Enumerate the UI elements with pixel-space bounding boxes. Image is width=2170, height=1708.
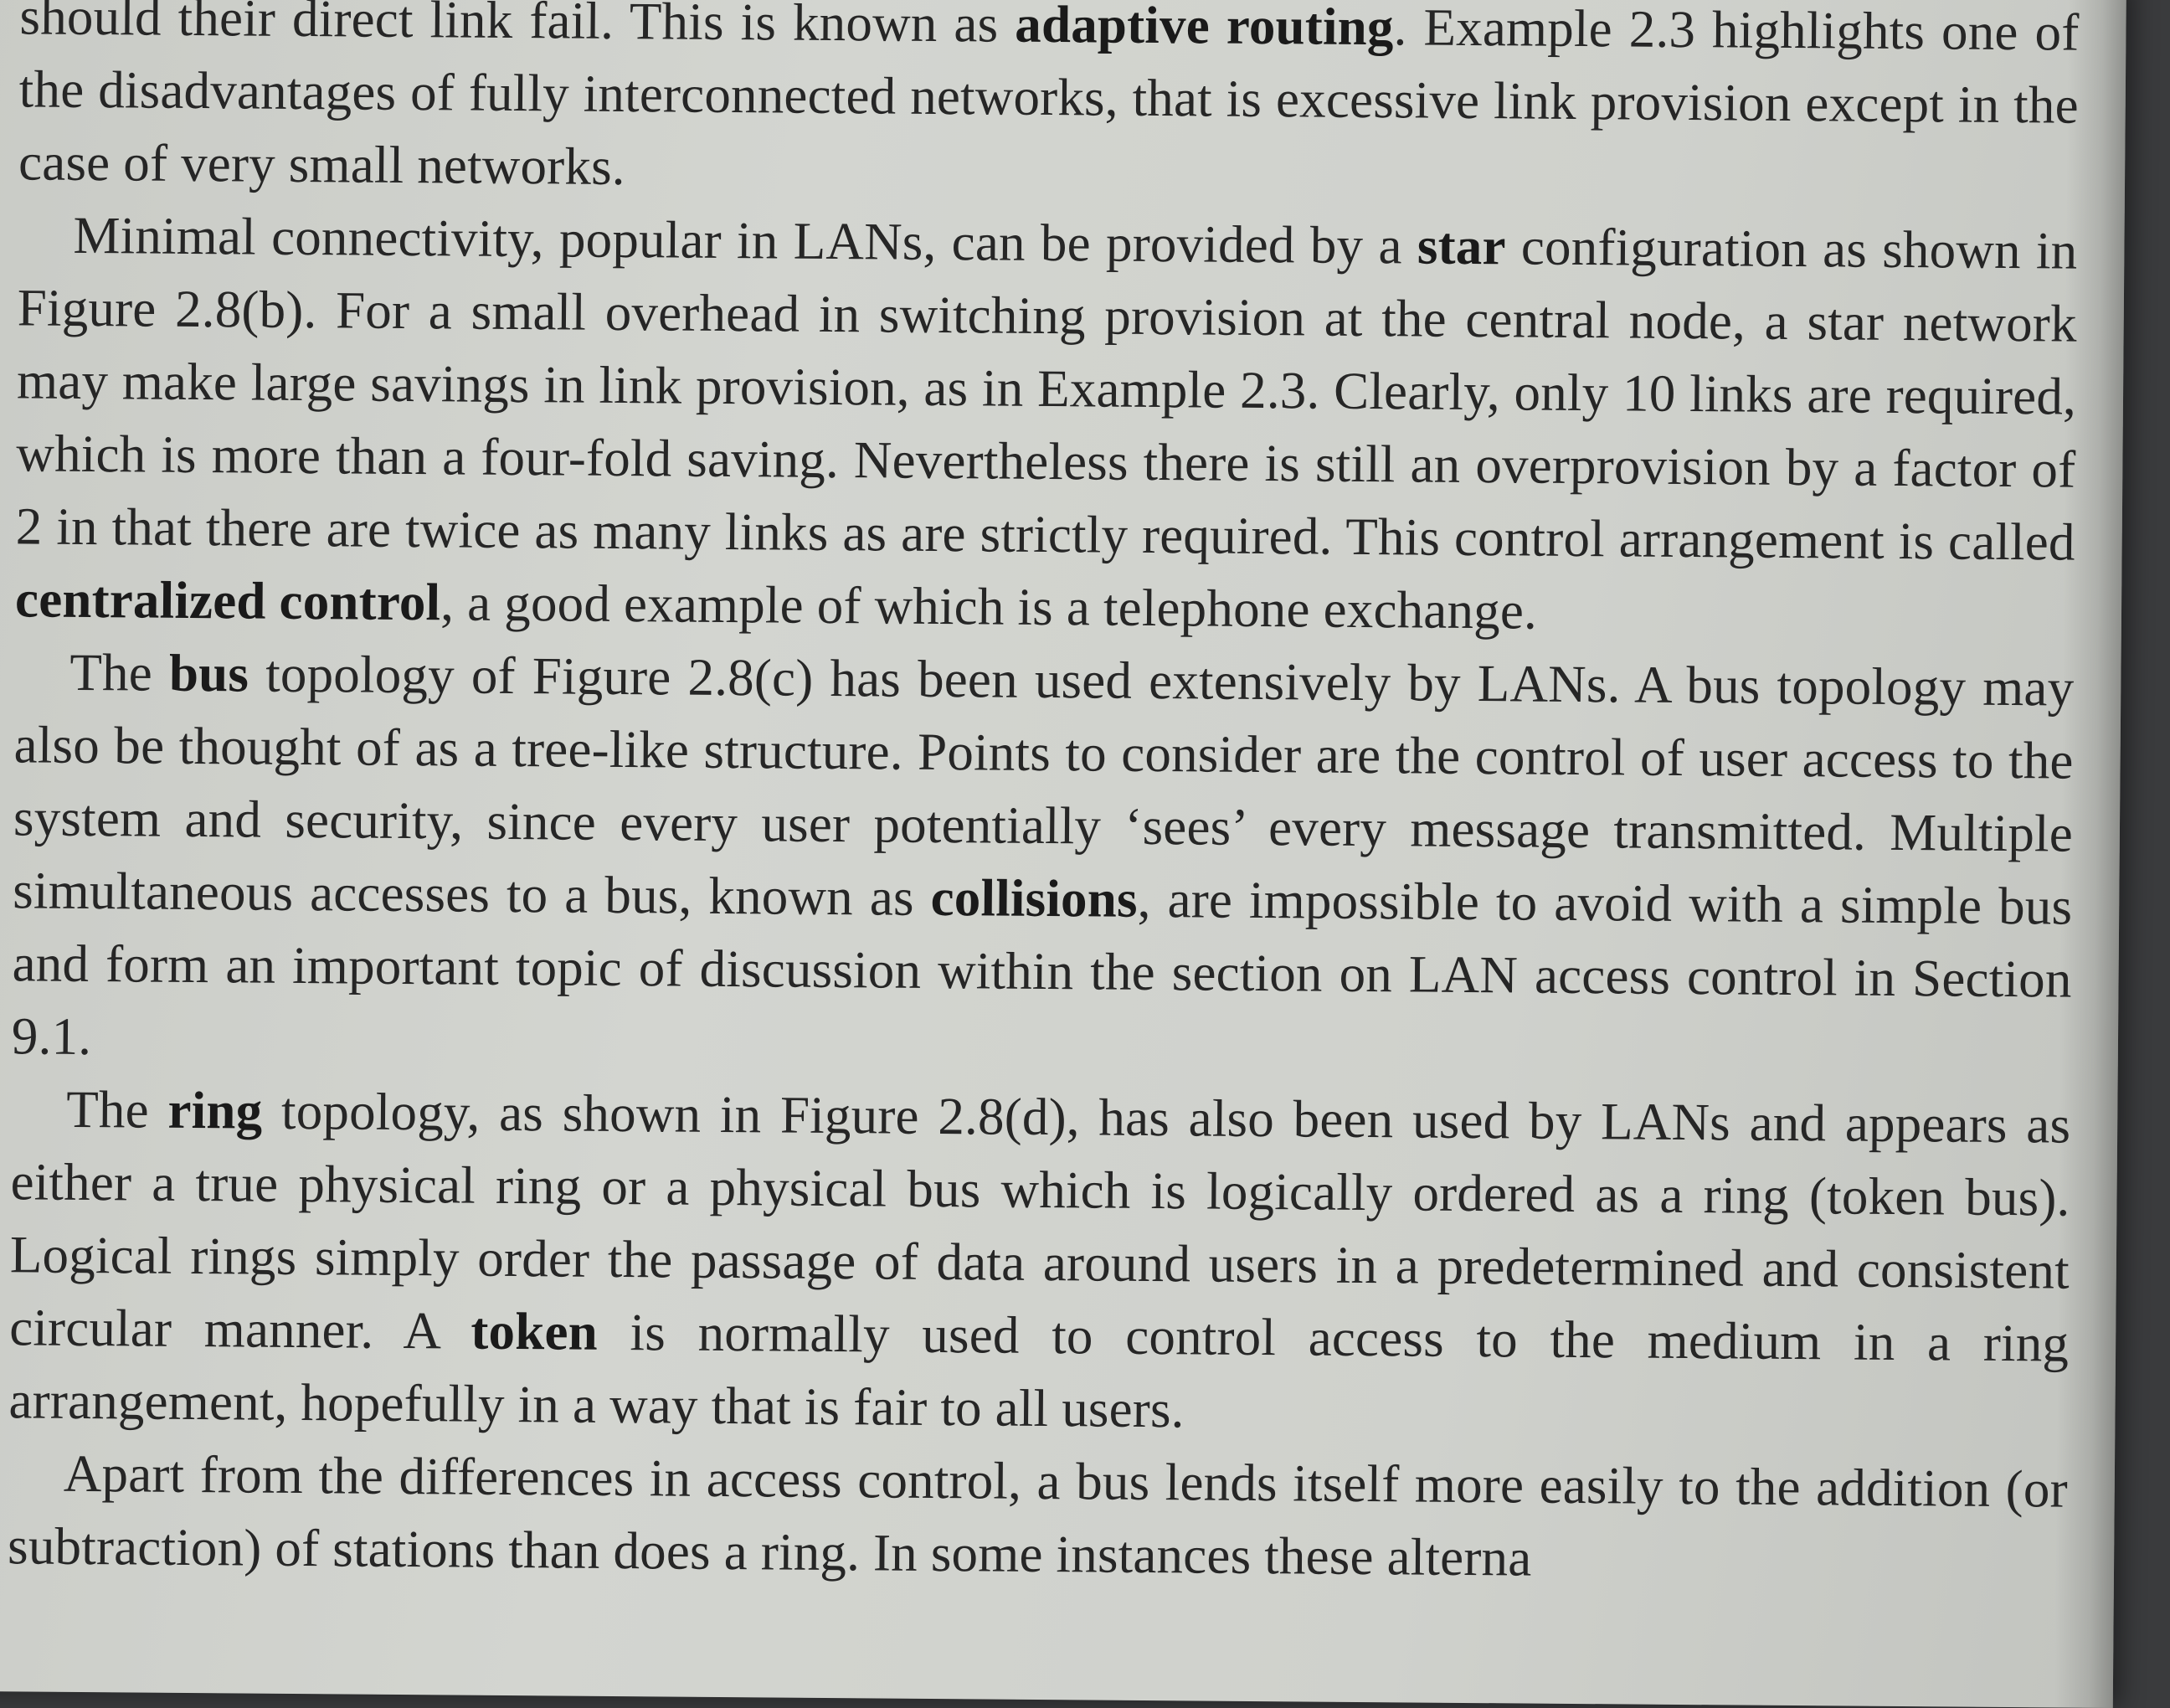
bold-term: star xyxy=(1417,216,1506,276)
text-run: The xyxy=(66,1079,168,1140)
paragraph-access-control: Apart from the differences in access con… xyxy=(8,1437,2068,1598)
bold-term: token xyxy=(471,1301,599,1361)
bold-term: centralized control xyxy=(14,569,441,632)
text-run: , a good example of which is a telephone… xyxy=(440,573,1538,640)
text-run: The xyxy=(69,642,170,702)
body-text: should their direct link fail. This is k… xyxy=(8,0,2080,1599)
paragraph-bus-topology: The bus topology of Figure 2.8(c) has be… xyxy=(12,635,2075,1088)
paragraph-adaptive-routing: should their direct link fail. This is k… xyxy=(18,0,2080,215)
book-page: should their direct link fail. This is k… xyxy=(0,0,2126,1708)
paragraph-star-topology: Minimal connectivity, popular in LANs, c… xyxy=(15,198,2078,651)
bold-term: adaptive routing xyxy=(1015,0,1394,57)
bold-term: ring xyxy=(167,1080,263,1140)
text-run: Apart from the differences in access con… xyxy=(7,1443,2069,1587)
text-run: Minimal connectivity, popular in LANs, c… xyxy=(73,205,1418,275)
paragraph-ring-topology: The ring topology, as shown in Figure 2.… xyxy=(8,1073,2070,1453)
text-run: should their direct link fail. This is k… xyxy=(19,0,1016,54)
bold-term: bus xyxy=(168,643,249,703)
bold-term: collisions xyxy=(930,867,1139,929)
